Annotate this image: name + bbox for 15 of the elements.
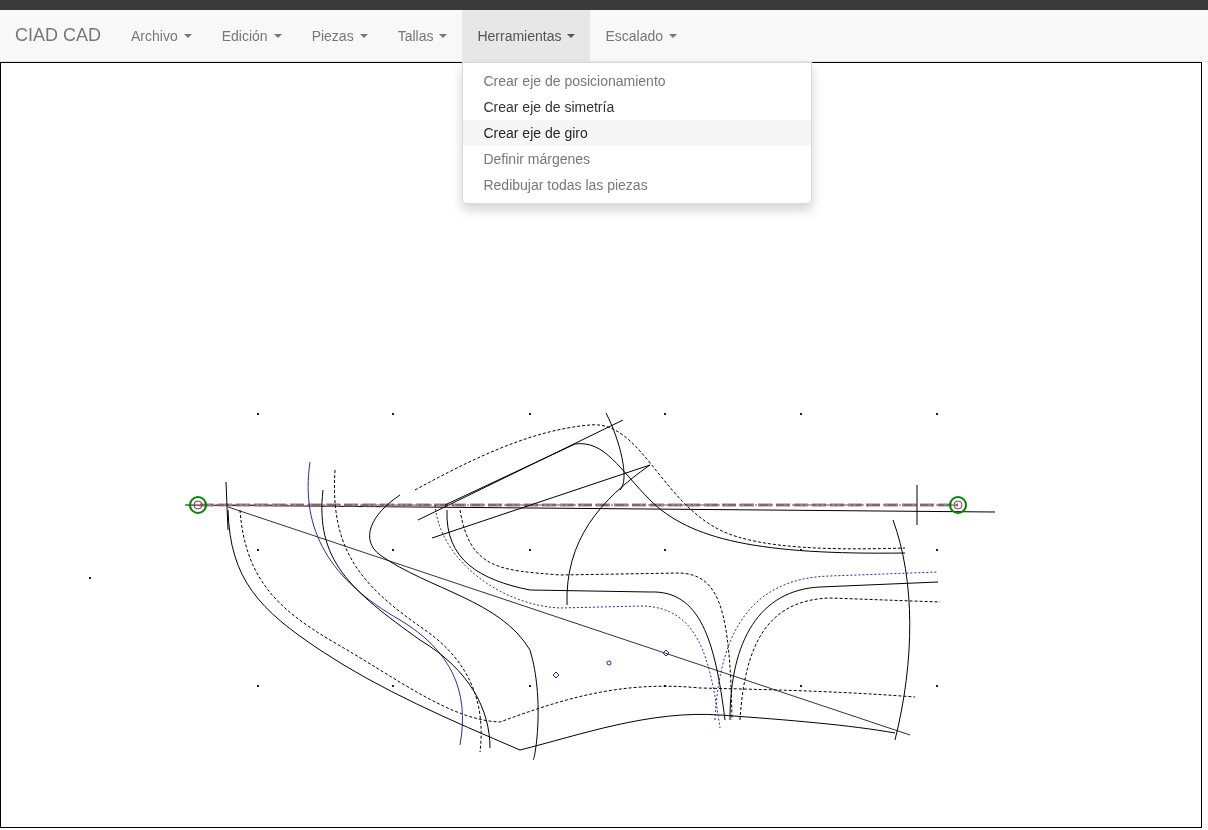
caret-icon [359, 33, 368, 38]
menu-toggle[interactable]: Piezas [296, 10, 383, 61]
menu-toggle[interactable]: Archivo [116, 10, 207, 61]
caret-icon [183, 33, 192, 38]
menu-toggle[interactable]: Escalado [590, 10, 693, 61]
caret-icon [439, 33, 448, 38]
menu-toggle[interactable]: Edición [206, 10, 297, 61]
menu-toggle[interactable]: Herramientas [462, 10, 591, 61]
brand-link[interactable]: CIAD CAD [0, 10, 116, 61]
caret-icon [567, 33, 576, 38]
caret-icon [669, 33, 678, 38]
menu-toggle[interactable]: Tallas [382, 10, 463, 61]
menu-item[interactable]: Crear eje de giro [463, 120, 812, 146]
menu-item[interactable]: Crear eje de simetría [463, 94, 812, 120]
caret-icon [273, 33, 282, 38]
